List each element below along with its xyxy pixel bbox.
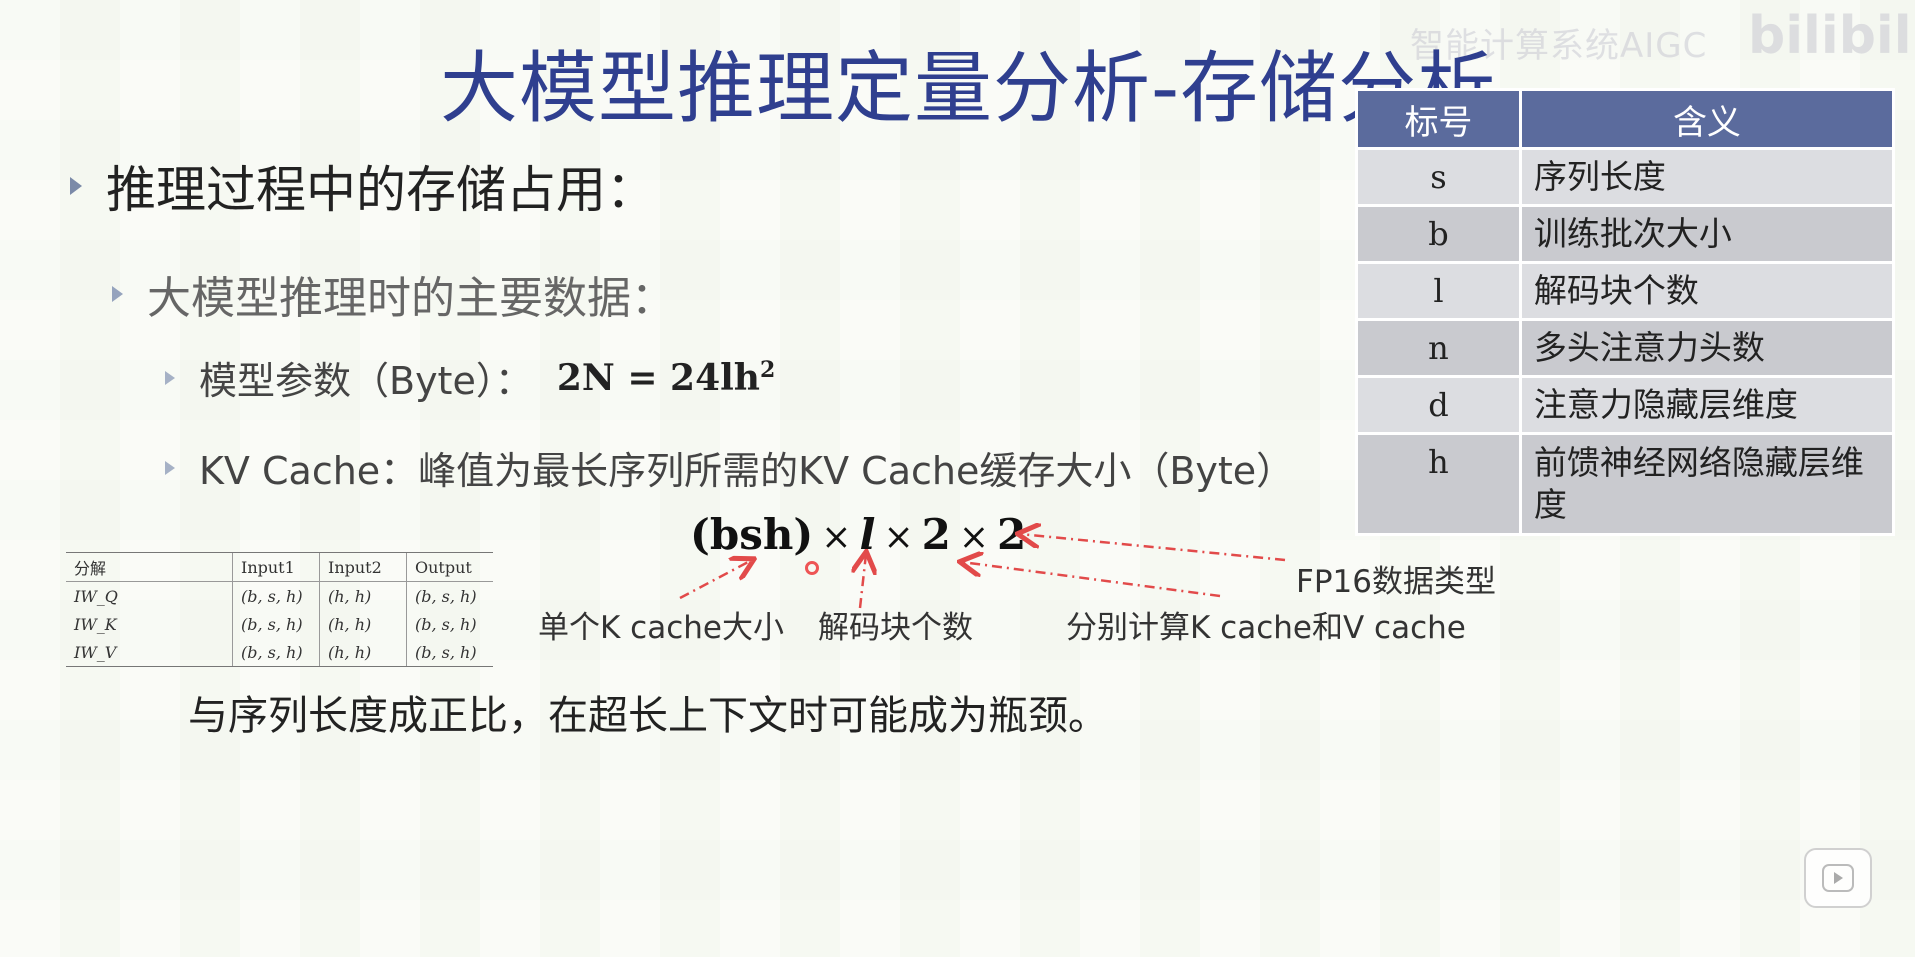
play-button[interactable]: [1804, 848, 1872, 908]
annotation-fp16: FP16数据类型: [1296, 564, 1496, 600]
annotation-layers: 解码块个数: [818, 610, 973, 646]
arrow-fp16: [1020, 534, 1286, 562]
arrow-k-cache: [679, 560, 752, 600]
conclusion-text: 与序列长度成正比，在超长上下文时可能成为瓶颈。: [188, 693, 1108, 739]
arrow-kv-sep: [962, 562, 1221, 598]
annotation-k-cache: 单个K cache大小: [538, 610, 784, 646]
annotation-kv-separate: 分别计算K cache和V cache: [1066, 610, 1466, 646]
play-icon: [1822, 864, 1854, 892]
cursor-marker-icon: [805, 561, 819, 575]
arrow-layers: [860, 554, 866, 609]
annotation-arrows: [679, 0, 1286, 609]
